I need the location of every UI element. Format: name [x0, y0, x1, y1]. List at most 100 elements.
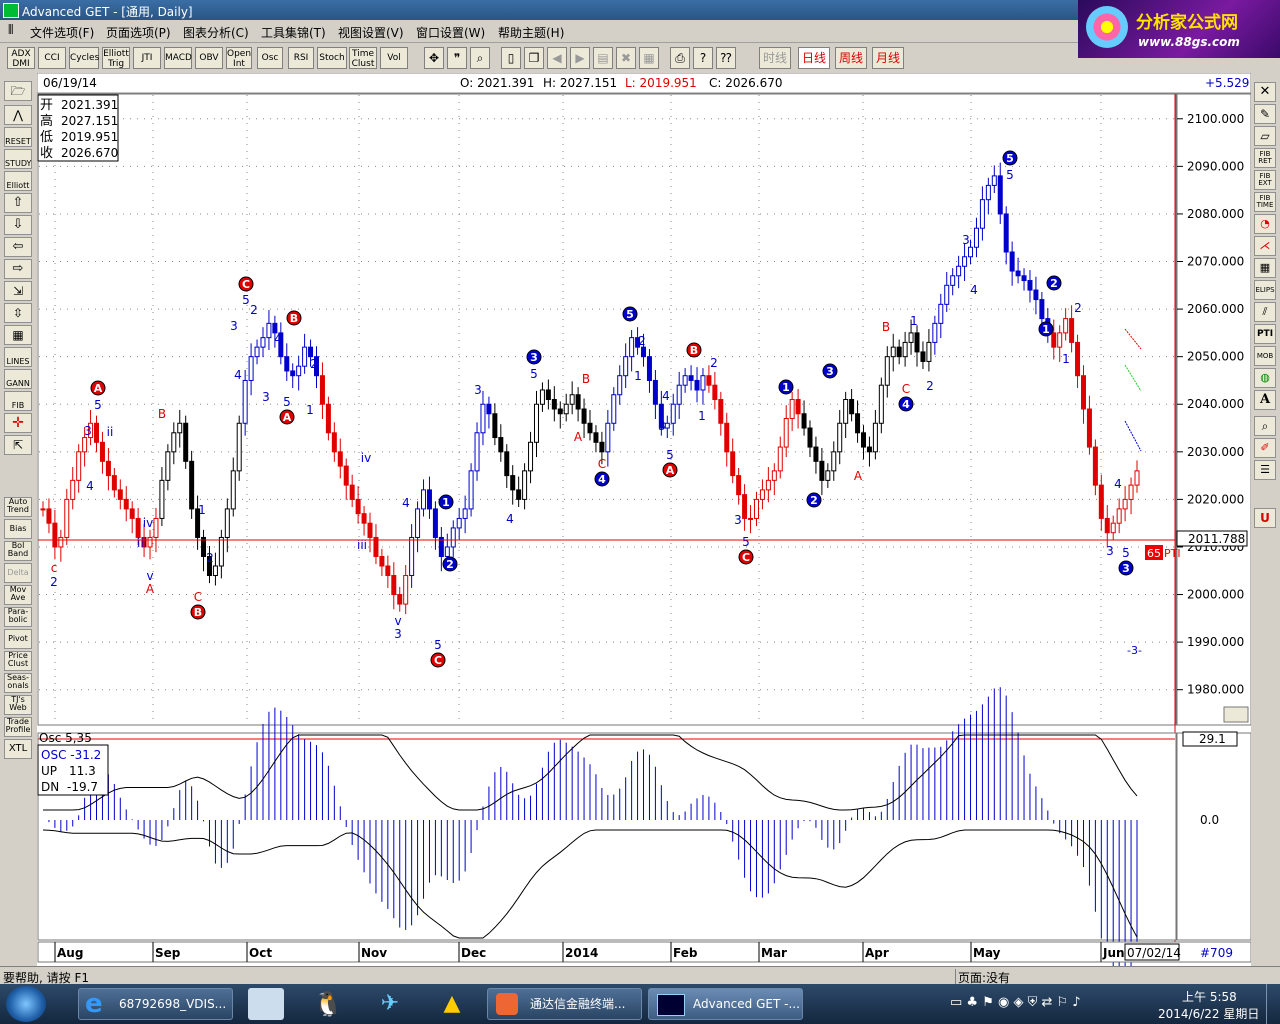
fib-time-button[interactable]: FIB TIME: [1254, 192, 1276, 212]
cycle-tool-icon[interactable]: ◍: [1254, 368, 1276, 388]
scale-icon[interactable]: ⇳: [4, 303, 32, 323]
magnify-icon[interactable]: ⌕: [1254, 416, 1276, 436]
obv-button[interactable]: OBV: [195, 47, 223, 69]
qq-icon[interactable]: 🐧: [310, 988, 346, 1020]
grid-tool-icon[interactable]: ▦: [1254, 258, 1276, 278]
quote-icon[interactable]: ❞: [447, 47, 467, 69]
tray-icons[interactable]: ▭ ♣ ⚑ ◉ ◈ ⛨ ⇄ ⚐ ♪: [950, 995, 1081, 1010]
mob-button[interactable]: MOB: [1254, 346, 1276, 366]
eraser-icon[interactable]: ▱: [1254, 126, 1276, 146]
fan-tool-icon[interactable]: ⋌: [1254, 236, 1276, 256]
mov-ave-button[interactable]: Mov Ave: [4, 585, 32, 605]
page-icon[interactable]: ▤: [593, 47, 613, 69]
seasonals-button[interactable]: Seas-onals: [4, 673, 32, 693]
candle-body: [533, 403, 539, 443]
elliott-trig-button[interactable]: Elliott Trig: [102, 47, 130, 69]
menu-page[interactable]: 页面选项(P): [106, 24, 171, 41]
compress-icon[interactable]: ⇲: [4, 281, 32, 301]
lines-button[interactable]: LINES: [4, 347, 32, 367]
cci-button[interactable]: CCI: [38, 47, 66, 69]
pivot-button[interactable]: Pivot: [4, 629, 32, 649]
open-folder-icon[interactable]: 🗁: [4, 81, 32, 101]
undo-tool-icon[interactable]: U: [1254, 508, 1276, 528]
table-icon[interactable]: ▦: [4, 325, 32, 345]
price-clust-button[interactable]: Price Clust: [4, 651, 32, 671]
bol-band-button[interactable]: Bol Band: [4, 541, 32, 561]
menu-window[interactable]: 窗口设置(W): [416, 24, 485, 41]
cycles-button[interactable]: Cycles: [69, 47, 99, 69]
stoch-button[interactable]: Stoch: [317, 47, 347, 69]
adx-dmi-button[interactable]: ADX DMI: [7, 47, 35, 69]
back-icon[interactable]: ◀: [547, 47, 567, 69]
stack-icon[interactable]: ☰: [1254, 460, 1276, 480]
rsi-button[interactable]: RSI: [288, 47, 314, 69]
zoom-icon[interactable]: ⌕: [470, 47, 490, 69]
trend-icon[interactable]: ⋀: [4, 105, 32, 125]
menu-chart[interactable]: 图表分析(C): [183, 24, 249, 41]
xtl-button[interactable]: XTL: [4, 739, 32, 759]
bias-button[interactable]: Bias: [4, 519, 32, 539]
doc-icon[interactable]: ⫴: [8, 23, 13, 38]
taskbar-ie-button[interactable]: e 68792698_VDIS...: [78, 988, 233, 1020]
circle-tool-icon[interactable]: ◔: [1254, 214, 1276, 234]
tjs-web-button[interactable]: TJ's Web: [4, 695, 32, 715]
copy-icon[interactable]: ❐: [524, 47, 544, 69]
menu-view[interactable]: 视图设置(V): [338, 24, 404, 41]
trade-profile-button[interactable]: Trade Profile: [4, 717, 32, 737]
channel-icon[interactable]: ⫽: [1254, 302, 1276, 322]
vol-button[interactable]: Vol: [380, 47, 408, 69]
close-tool-icon[interactable]: ✕: [1254, 82, 1276, 102]
bird-app-icon[interactable]: ✈: [372, 988, 408, 1020]
delta-button[interactable]: Delta: [4, 563, 32, 583]
crosshair-icon[interactable]: ✛: [4, 413, 32, 433]
period-week[interactable]: 周线: [835, 47, 868, 69]
start-button[interactable]: [6, 986, 46, 1022]
gann-button[interactable]: GANN: [4, 369, 32, 389]
close-chart-icon[interactable]: ✖: [616, 47, 636, 69]
context-help-icon[interactable]: ⁇: [716, 47, 736, 69]
taskbar-get-button[interactable]: Advanced GET -...: [648, 988, 803, 1020]
ellipse-button[interactable]: ELIPS: [1254, 280, 1276, 300]
jti-button[interactable]: JTI: [133, 47, 161, 69]
time-clust-button[interactable]: Time Clust: [349, 47, 377, 69]
fib-ext-button[interactable]: FIB EXT: [1254, 170, 1276, 190]
macd-button[interactable]: MACD: [164, 47, 192, 69]
export-icon[interactable]: ⇱: [4, 435, 32, 455]
fib-ret-button[interactable]: FIB RET: [1254, 148, 1276, 168]
map-app-icon[interactable]: [248, 988, 284, 1020]
pencil-icon[interactable]: ✎: [1254, 104, 1276, 124]
chart-area[interactable]: 06/19/14 O: 2021.391 H: 2027.151 L: 2019…: [37, 73, 1251, 966]
arrow-up-icon[interactable]: ⇧: [4, 193, 32, 213]
cursor-icon[interactable]: ✥: [424, 47, 444, 69]
pane-toggle-icon[interactable]: [1223, 706, 1249, 723]
study-button[interactable]: STUDY: [4, 149, 32, 169]
triangle-app-icon[interactable]: ▲: [434, 988, 470, 1020]
forward-icon[interactable]: ▶: [570, 47, 590, 69]
reset-button[interactable]: RESET: [4, 127, 32, 147]
grid-icon[interactable]: ▦: [639, 47, 659, 69]
elliott-button[interactable]: Elliott: [4, 171, 32, 191]
fib-button[interactable]: FIB: [4, 391, 32, 411]
auto-trend-button[interactable]: Auto Trend: [4, 497, 32, 517]
menu-help[interactable]: 帮助主题(H): [498, 24, 564, 41]
parabolic-button[interactable]: Para-bolic: [4, 607, 32, 627]
period-hour[interactable]: 时线: [759, 47, 792, 69]
menu-file[interactable]: 文件选项(F): [30, 24, 94, 41]
help-icon[interactable]: ?: [693, 47, 713, 69]
taskbar-tdx-button[interactable]: 通达信金融终端...: [487, 988, 642, 1020]
period-day[interactable]: 日线: [798, 47, 831, 69]
price-chart[interactable]: 06/19/14 O: 2021.391 H: 2027.151 L: 2019…: [37, 73, 1251, 966]
period-month[interactable]: 月线: [872, 47, 905, 69]
pti-button[interactable]: PTI: [1254, 324, 1276, 344]
text-tool-button[interactable]: A: [1254, 390, 1276, 410]
open-int-button[interactable]: Open Int: [226, 47, 252, 69]
arrow-down-icon[interactable]: ⇩: [4, 215, 32, 235]
print-icon[interactable]: ⎙: [670, 47, 690, 69]
arrow-left-icon[interactable]: ⇦: [4, 237, 32, 257]
arrow-right-icon[interactable]: ⇨: [4, 259, 32, 279]
new-page-icon[interactable]: ▯: [501, 47, 521, 69]
menu-tools[interactable]: 工具集锦(T): [261, 24, 326, 41]
osc-button[interactable]: Osc: [257, 47, 283, 69]
paint-icon[interactable]: ✐: [1254, 438, 1276, 458]
show-desktop-button[interactable]: [1266, 984, 1280, 1024]
